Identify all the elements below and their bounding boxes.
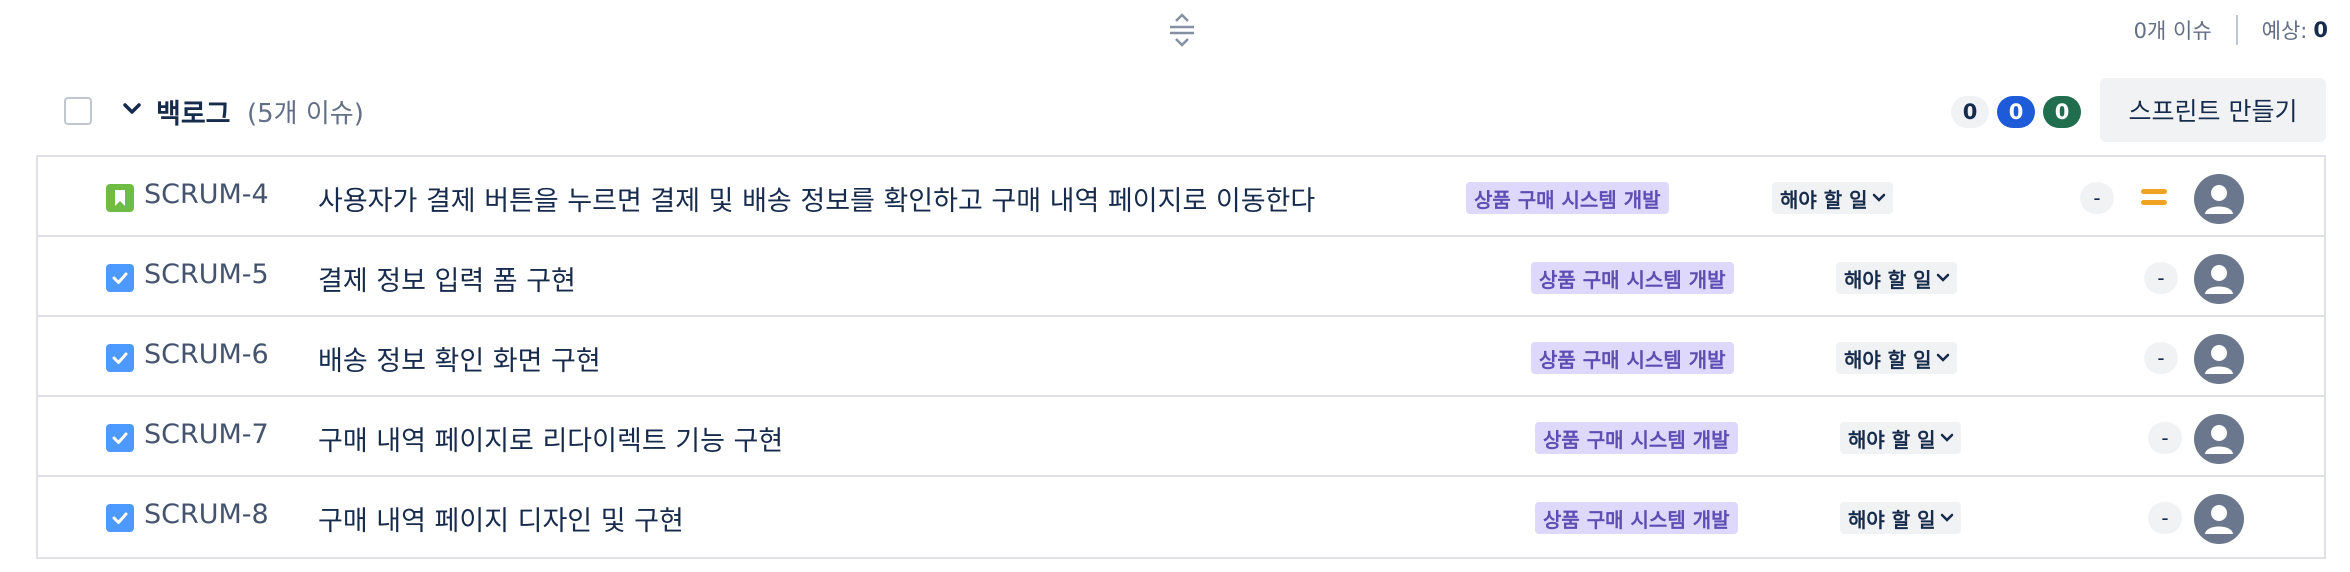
status-dropdown[interactable]: 해야 할 일 xyxy=(1836,342,1957,374)
status-label: 해야 할 일 xyxy=(1848,507,1936,532)
status-label: 해야 할 일 xyxy=(1780,187,1868,212)
unassigned-avatar-icon[interactable] xyxy=(2194,494,2244,544)
issue-row[interactable]: SCRUM-7 구매 내역 페이지로 리다이렉트 기능 구현 상품 구매 시스템… xyxy=(38,397,2324,477)
chevron-down-icon[interactable] xyxy=(120,97,144,121)
stats-divider xyxy=(2235,15,2238,45)
estimate-value: 0 xyxy=(2313,18,2328,42)
task-check-icon xyxy=(106,424,134,452)
issue-summary[interactable]: 결제 정보 입력 폼 구현 xyxy=(318,259,576,298)
issue-row[interactable]: SCRUM-5 결제 정보 입력 폼 구현 상품 구매 시스템 개발 해야 할 … xyxy=(38,237,2324,317)
story-bookmark-icon xyxy=(106,184,134,212)
chevron-down-icon xyxy=(1940,513,1953,522)
story-point-estimate[interactable]: - xyxy=(2144,342,2178,374)
status-dropdown[interactable]: 해야 할 일 xyxy=(1836,262,1957,294)
epic-lozenge[interactable]: 상품 구매 시스템 개발 xyxy=(1535,422,1738,454)
story-point-estimate[interactable]: - xyxy=(2148,422,2182,454)
issue-list: SCRUM-4 사용자가 결제 버튼을 누르면 결제 및 배송 정보를 확인하고… xyxy=(36,155,2326,559)
issue-summary[interactable]: 구매 내역 페이지 디자인 및 구현 xyxy=(318,499,684,538)
status-dropdown[interactable]: 해야 할 일 xyxy=(1840,422,1961,454)
in-progress-count-badge: 0 xyxy=(1997,96,2035,128)
backlog-title[interactable]: 백로그 xyxy=(156,92,231,131)
status-dropdown[interactable]: 해야 할 일 xyxy=(1840,502,1961,534)
chevron-down-icon xyxy=(1940,433,1953,442)
issue-key[interactable]: SCRUM-4 xyxy=(144,179,269,210)
epic-lozenge[interactable]: 상품 구매 시스템 개발 xyxy=(1531,342,1734,374)
unassigned-avatar-icon[interactable] xyxy=(2194,254,2244,304)
epic-lozenge[interactable]: 상품 구매 시스템 개발 xyxy=(1466,182,1669,214)
status-counters: 0 0 0 xyxy=(1951,96,2081,128)
task-check-icon xyxy=(106,264,134,292)
issue-row[interactable]: SCRUM-8 구매 내역 페이지 디자인 및 구현 상품 구매 시스템 개발 … xyxy=(38,477,2324,557)
issue-key[interactable]: SCRUM-7 xyxy=(144,419,269,450)
task-check-icon xyxy=(106,344,134,372)
unassigned-avatar-icon[interactable] xyxy=(2194,174,2244,224)
epic-lozenge[interactable]: 상품 구매 시스템 개발 xyxy=(1535,502,1738,534)
task-check-icon xyxy=(106,504,134,532)
backlog-issue-count: (5개 이슈) xyxy=(247,99,364,129)
chevron-down-icon xyxy=(1872,193,1885,202)
issue-key[interactable]: SCRUM-5 xyxy=(144,259,269,290)
issue-summary[interactable]: 배송 정보 확인 화면 구현 xyxy=(318,339,601,378)
backlog-header: 백로그 (5개 이슈) 0 0 0 스프린트 만들기 xyxy=(0,72,2350,150)
unassigned-avatar-icon[interactable] xyxy=(2194,414,2244,464)
estimate-label: 예상: xyxy=(2261,19,2308,43)
chevron-down-icon xyxy=(1936,273,1949,282)
issue-row[interactable]: SCRUM-4 사용자가 결제 버튼을 누르면 결제 및 배송 정보를 확인하고… xyxy=(38,157,2324,237)
issue-key[interactable]: SCRUM-6 xyxy=(144,339,269,370)
issue-summary[interactable]: 구매 내역 페이지로 리다이렉트 기능 구현 xyxy=(318,419,783,458)
story-point-estimate[interactable]: - xyxy=(2080,182,2114,214)
story-point-estimate[interactable]: - xyxy=(2148,502,2182,534)
todo-count-badge: 0 xyxy=(1951,96,1989,128)
issue-summary[interactable]: 사용자가 결제 버튼을 누르면 결제 및 배송 정보를 확인하고 구매 내역 페… xyxy=(318,179,1315,218)
unassigned-avatar-icon[interactable] xyxy=(2194,334,2244,384)
issue-count-label: 0개 이슈 xyxy=(2133,19,2212,43)
issue-row[interactable]: SCRUM-6 배송 정보 확인 화면 구현 상품 구매 시스템 개발 해야 할… xyxy=(38,317,2324,397)
create-sprint-button[interactable]: 스프린트 만들기 xyxy=(2100,78,2326,142)
done-count-badge: 0 xyxy=(2043,96,2081,128)
top-bar: 0개 이슈 예상: 0 xyxy=(0,0,2350,58)
story-point-estimate[interactable]: - xyxy=(2144,262,2178,294)
chevron-down-icon xyxy=(1936,353,1949,362)
priority-medium-icon xyxy=(2138,179,2170,215)
issue-key[interactable]: SCRUM-8 xyxy=(144,499,269,530)
sprint-stats: 0개 이슈 예상: 0 xyxy=(2134,13,2328,47)
status-label: 해야 할 일 xyxy=(1848,427,1936,452)
resize-handle-icon[interactable] xyxy=(1165,12,1199,48)
epic-lozenge[interactable]: 상품 구매 시스템 개발 xyxy=(1531,262,1734,294)
status-label: 해야 할 일 xyxy=(1844,267,1932,292)
status-dropdown[interactable]: 해야 할 일 xyxy=(1772,182,1893,214)
backlog-select-all-checkbox[interactable] xyxy=(64,97,92,125)
status-label: 해야 할 일 xyxy=(1844,347,1932,372)
